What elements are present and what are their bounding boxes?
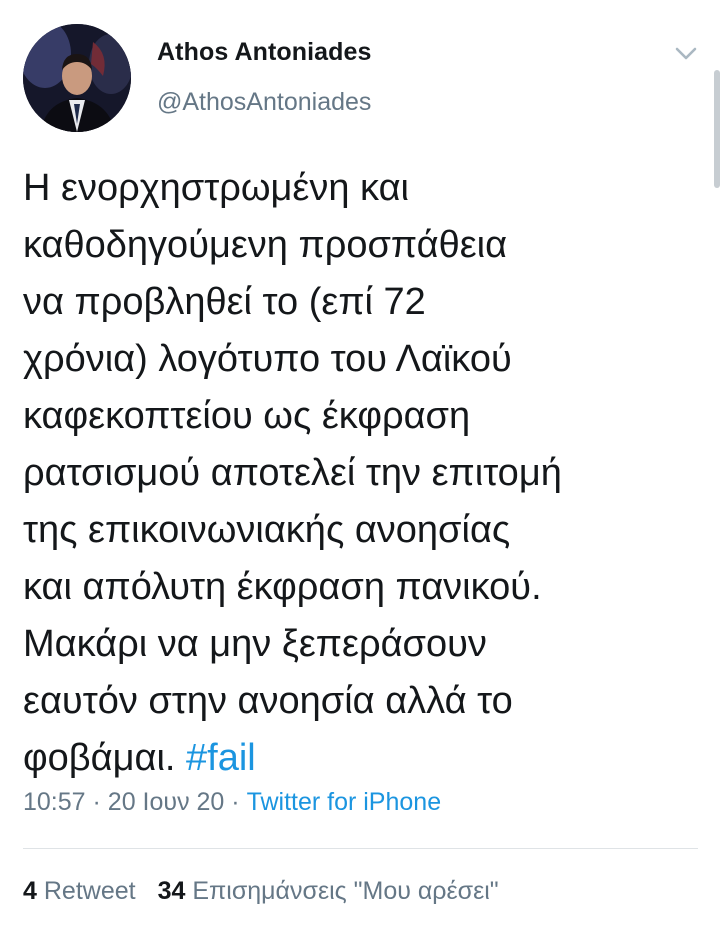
tweet-text-line: ρατσισμού αποτελεί την επιτομή bbox=[23, 452, 562, 494]
tweet-date[interactable]: 20 Ιουν 20 bbox=[108, 788, 225, 816]
hashtag-link[interactable]: #fail bbox=[186, 737, 256, 779]
meta-separator: · bbox=[92, 788, 101, 816]
tweet-text-line: και απόλυτη έκφραση πανικού. bbox=[23, 566, 542, 608]
author-handle[interactable]: @AthosAntoniades bbox=[157, 88, 371, 117]
tweet-text-line: χρόνια) λογότυπο του Λαϊκού bbox=[23, 338, 512, 380]
tweet-text-line: της επικοινωνιακής ανοησίας bbox=[23, 509, 511, 551]
chevron-down-icon[interactable] bbox=[672, 44, 700, 64]
retweets-stat[interactable]: 4 Retweet bbox=[23, 877, 136, 906]
author-display-name[interactable]: Athos Antoniades bbox=[157, 38, 372, 67]
avatar-image bbox=[23, 24, 131, 132]
tweet-text-line: εαυτόν στην ανοησία αλλά το bbox=[23, 680, 513, 722]
tweet-text-line: καθοδηγούμενη προσπάθεια bbox=[23, 224, 508, 266]
likes-count: 34 bbox=[157, 877, 186, 905]
profile-avatar[interactable] bbox=[23, 24, 131, 132]
tweet-text-final-words: φοβάμαι. bbox=[23, 737, 176, 779]
divider bbox=[23, 848, 698, 849]
tweet-time[interactable]: 10:57 bbox=[23, 788, 86, 816]
likes-label: Επισημάνσεις "Μου αρέσει" bbox=[192, 877, 499, 905]
tweet-text-line: να προβληθεί το (επί 72 bbox=[23, 281, 426, 323]
retweets-label: Retweet bbox=[43, 877, 136, 905]
likes-stat[interactable]: 34 Επισημάνσεις "Μου αρέσει" bbox=[158, 877, 499, 906]
tweet-text-line: Μακάρι να μην ξεπεράσουν bbox=[23, 623, 487, 665]
tweet-metadata: 10:57 · 20 Ιουν 20 · Twitter for iPhone bbox=[23, 788, 441, 817]
meta-separator: · bbox=[231, 788, 240, 816]
engagement-stats: 4 Retweet 34 Επισημάνσεις "Μου αρέσει" bbox=[23, 877, 499, 906]
scrollbar-thumb[interactable] bbox=[714, 70, 720, 188]
tweet-source-link[interactable]: Twitter for iPhone bbox=[247, 788, 442, 816]
tweet-text-line: Η ενορχηστρωμένη και bbox=[23, 167, 409, 209]
tweet-text-line: καφεκοπτείου ως έκφραση bbox=[23, 395, 471, 437]
tweet-text-last-line: φοβάμαι. #fail bbox=[23, 730, 683, 787]
tweet-text: Η ενορχηστρωμένη και καθοδηγούμενη προσπ… bbox=[23, 160, 683, 787]
retweets-count: 4 bbox=[23, 877, 37, 905]
